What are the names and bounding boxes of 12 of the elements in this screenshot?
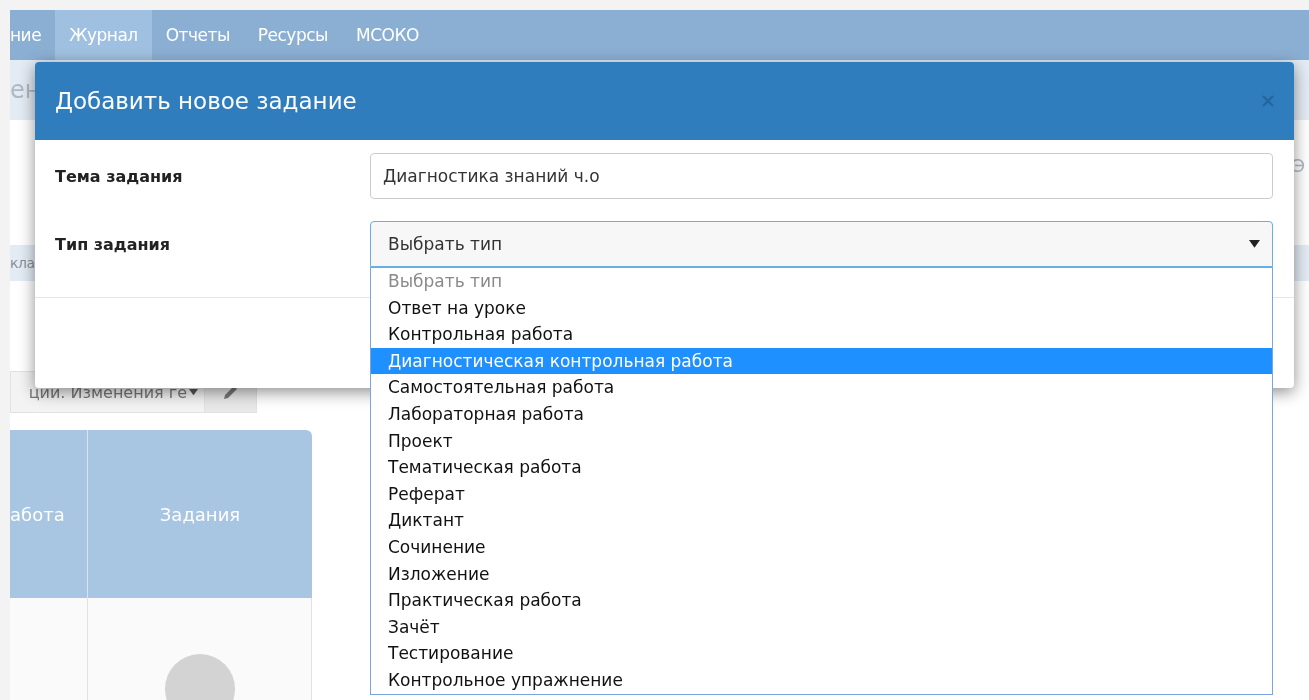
select-field[interactable]: Выбрать тип [370, 221, 1273, 267]
column-header: Задания [87, 430, 312, 598]
caret-icon [1249, 240, 1260, 248]
column-header: абота [10, 430, 87, 598]
toolbar-label: Э [1292, 154, 1305, 176]
close-button[interactable] [1262, 95, 1274, 107]
input-field[interactable]: Диагностика знаний ч.о [370, 153, 1273, 199]
field-label: Тема задания [55, 166, 184, 186]
modal-title: Добавить новое задание [55, 88, 357, 114]
field-label: Тип задания [55, 234, 172, 254]
close-icon [1262, 95, 1274, 107]
row-text: кла [10, 255, 35, 271]
